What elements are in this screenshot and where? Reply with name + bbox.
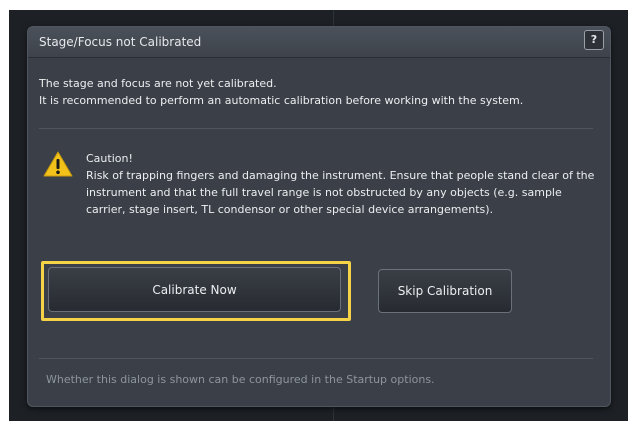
intro-line: The stage and focus are not yet calibrat…: [39, 77, 277, 90]
dialog-titlebar: Stage/Focus not Calibrated ?: [28, 27, 610, 58]
caution-text: Risk of trapping fingers and damaging th…: [86, 169, 595, 216]
caution-title: Caution!: [86, 152, 133, 165]
warning-triangle-icon: [43, 151, 73, 177]
separator-top: [39, 128, 593, 129]
intro-line: It is recommended to perform an automati…: [39, 94, 524, 107]
calibration-dialog: Stage/Focus not Calibrated ? The stage a…: [27, 26, 611, 407]
help-button[interactable]: ?: [584, 30, 604, 50]
footer-note: Whether this dialog is shown can be conf…: [46, 373, 435, 386]
caution-message: Caution! Risk of trapping fingers and da…: [86, 150, 596, 218]
skip-calibration-button[interactable]: Skip Calibration: [378, 269, 512, 313]
intro-message: The stage and focus are not yet calibrat…: [39, 75, 604, 109]
separator-bottom: [39, 358, 593, 359]
help-icon: ?: [590, 33, 598, 46]
calibrate-now-button[interactable]: Calibrate Now: [48, 267, 341, 312]
dialog-title: Stage/Focus not Calibrated: [39, 35, 202, 49]
